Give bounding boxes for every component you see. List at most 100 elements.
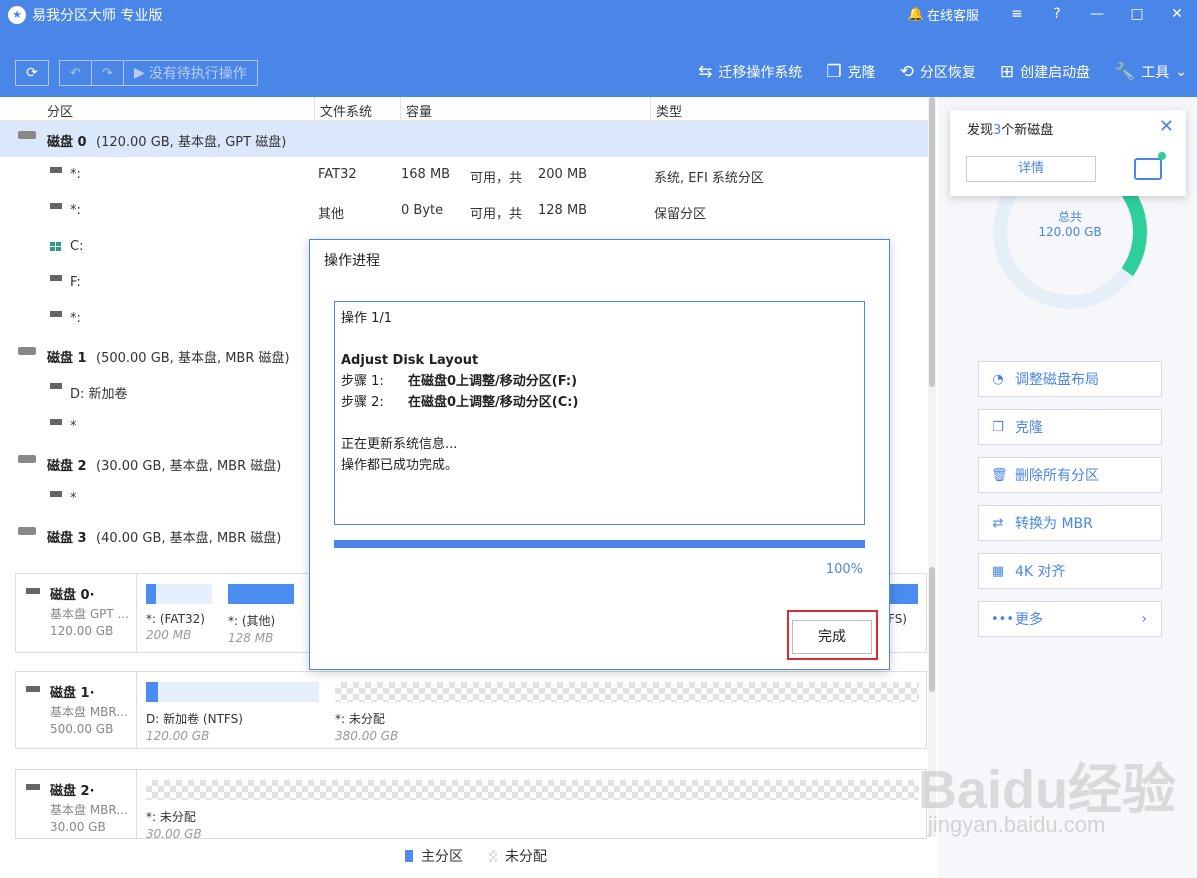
action-convert[interactable]: ⇄ 转换为 MBR bbox=[978, 505, 1162, 541]
toolbar-action-2[interactable]: ⟲ 分区恢复 bbox=[900, 62, 976, 82]
segment-label: *: 未分配 bbox=[335, 712, 385, 726]
partition-icon bbox=[50, 203, 62, 209]
toolbar-action-label: 迁移操作系统 bbox=[718, 65, 803, 81]
notice-close-icon[interactable]: ✕ bbox=[1159, 116, 1174, 137]
undo-icon: ↶ bbox=[70, 65, 81, 81]
log-step: 步骤 2: 在磁盘0上调整/移动分区(C:) bbox=[341, 395, 579, 410]
partition-used: 168 MB bbox=[401, 167, 451, 182]
action-align-4k[interactable]: ▦ 4K 对齐 bbox=[978, 553, 1162, 589]
toolbar-action-3[interactable]: ⊞ 创建启动盘 bbox=[1000, 62, 1090, 82]
help-icon[interactable]: ? bbox=[1037, 6, 1077, 22]
partition-row[interactable]: *: FAT32 168 MB 可用，共 200 MB 系统, EFI 系统分区 bbox=[0, 157, 928, 193]
disk-detail: (30.00 GB, 基本盘, MBR 磁盘) bbox=[96, 459, 282, 474]
toolbar-action-label: 创建启动盘 bbox=[1020, 65, 1091, 81]
new-disk-notice: 发现3个新磁盘 ✕ 详情 bbox=[950, 110, 1186, 196]
minimize-icon[interactable]: — bbox=[1077, 6, 1117, 22]
undo-button[interactable]: ↶ bbox=[60, 61, 92, 85]
disk-map-info: 磁盘 1· 基本盘 MBR... 500.00 GB bbox=[16, 672, 137, 748]
disk-icon bbox=[18, 131, 36, 139]
partition-segment[interactable]: *: (其他) 128 MB bbox=[228, 584, 294, 645]
segment-label: FS) bbox=[888, 612, 907, 626]
refresh-icon: ⟳ bbox=[26, 65, 38, 81]
online-service-button[interactable]: 🔔 在线客服 bbox=[908, 5, 979, 24]
toolbar-action-0[interactable]: ⇆ 迁移操作系统 bbox=[698, 62, 802, 82]
disk-map-size: 500.00 GB bbox=[50, 722, 114, 736]
disk-map[interactable]: 磁盘 2· 基本盘 MBR... 30.00 GB *: 未分配 30.00 GB bbox=[15, 769, 927, 841]
progress-bar bbox=[334, 540, 865, 548]
bell-icon: 🔔 bbox=[907, 6, 924, 22]
progress-dialog: 操作进程 操作 1/1 Adjust Disk Layout 步骤 1: 在磁盘0… bbox=[309, 239, 890, 670]
action-label: 4K 对齐 bbox=[1015, 564, 1066, 580]
maximize-icon[interactable]: □ bbox=[1117, 6, 1157, 22]
col-partition[interactable]: 分区 bbox=[47, 101, 73, 120]
progress-fill bbox=[334, 540, 865, 548]
partition-bar-fill bbox=[888, 584, 918, 604]
col-filesystem[interactable]: 文件系统 bbox=[320, 101, 372, 120]
scrollbar-thumb-upper[interactable] bbox=[929, 97, 935, 387]
disk-name: 磁盘 1 bbox=[47, 351, 87, 366]
chevron-right-icon: › bbox=[1141, 611, 1147, 627]
scrollbar[interactable] bbox=[928, 97, 936, 837]
disk-map-name: 磁盘 1· bbox=[50, 686, 95, 701]
action-more[interactable]: ••• 更多 › bbox=[978, 601, 1162, 637]
action-trash[interactable]: 🗑 删除所有分区 bbox=[978, 457, 1162, 493]
notice-details-button[interactable]: 详情 bbox=[966, 156, 1096, 182]
partition-segment[interactable]: FS) bbox=[888, 584, 918, 626]
log-step: 步骤 1: 在磁盘0上调整/移动分区(F:) bbox=[341, 374, 578, 389]
menu-icon[interactable]: ≡ bbox=[997, 6, 1037, 22]
disk-icon bbox=[26, 686, 40, 692]
close-icon[interactable]: ✕ bbox=[1157, 6, 1197, 22]
disk-map-type: 基本盘 MBR... bbox=[50, 705, 128, 719]
partition-name: F: bbox=[70, 275, 81, 290]
disk-row[interactable]: 磁盘 0 (120.00 GB, 基本盘, GPT 磁盘) bbox=[0, 121, 928, 157]
history-group: ↶ ↷ ▶ 没有待执行操作 bbox=[59, 60, 258, 86]
redo-icon: ↷ bbox=[102, 65, 113, 81]
disk-detail: (120.00 GB, 基本盘, GPT 磁盘) bbox=[96, 135, 287, 150]
legend-primary: 主分区 bbox=[421, 849, 463, 865]
col-capacity[interactable]: 容量 bbox=[406, 101, 432, 120]
partition-segment[interactable]: *: 未分配 30.00 GB bbox=[146, 780, 919, 841]
disk-map-name: 磁盘 2· bbox=[50, 784, 95, 799]
apply-pending-button[interactable]: ▶ 没有待执行操作 bbox=[124, 61, 257, 85]
disk-name: 磁盘 0 bbox=[47, 135, 87, 150]
disk-map-type: 基本盘 GPT ... bbox=[50, 607, 129, 621]
action-layout[interactable]: ◔ 调整磁盘布局 bbox=[978, 361, 1162, 397]
clone-icon: ❐ bbox=[992, 419, 1004, 435]
operation-log: 操作 1/1 Adjust Disk Layout 步骤 1: 在磁盘0上调整/移… bbox=[334, 301, 865, 525]
dialog-title: 操作进程 bbox=[324, 253, 380, 269]
scrollbar-thumb-lower[interactable] bbox=[929, 567, 935, 692]
toolbar-action-1[interactable]: ❐ 克隆 bbox=[826, 62, 875, 82]
highlight-box bbox=[787, 610, 878, 660]
redo-button[interactable]: ↷ bbox=[92, 61, 124, 85]
pending-label: 没有待执行操作 bbox=[148, 66, 247, 82]
recovery-icon: ⟲ bbox=[899, 62, 914, 82]
legend: 主分区 未分配 bbox=[405, 846, 547, 866]
action-label: 转换为 MBR bbox=[1015, 516, 1093, 532]
disk-map[interactable]: 磁盘 1· 基本盘 MBR... 500.00 GB D: 新加卷 (NTFS) 120… bbox=[15, 671, 927, 749]
disk-detail: (40.00 GB, 基本盘, MBR 磁盘) bbox=[96, 531, 282, 546]
trash-icon: 🗑 bbox=[991, 467, 1008, 483]
action-clone[interactable]: ❐ 克隆 bbox=[978, 409, 1162, 445]
partition-name: *: bbox=[70, 311, 81, 326]
toolbar-action-label: 工具 bbox=[1141, 65, 1170, 81]
refresh-button[interactable]: ⟳ bbox=[15, 60, 49, 86]
toolbar-action-4[interactable]: 🔧 工具 ⌄ bbox=[1114, 62, 1187, 82]
partition-segment[interactable]: D: 新加卷 (NTFS) 120.00 GB bbox=[146, 682, 319, 743]
col-type[interactable]: 类型 bbox=[656, 101, 682, 120]
partition-segment[interactable]: *: (FAT32) 200 MB bbox=[146, 584, 212, 642]
notice-text: 发现3个新磁盘 bbox=[967, 123, 1054, 138]
layout-icon: ◔ bbox=[992, 371, 1004, 387]
disk-map-size: 30.00 GB bbox=[50, 820, 106, 834]
donut-label: 总共 bbox=[1057, 210, 1082, 224]
migrate-icon: ⇆ bbox=[698, 62, 713, 82]
partition-used: 0 Byte bbox=[401, 203, 444, 218]
partition-name: D: 新加卷 bbox=[70, 387, 128, 402]
partition-icon bbox=[50, 419, 62, 425]
partition-total: 128 MB bbox=[538, 203, 588, 218]
partition-segment[interactable]: *: 未分配 380.00 GB bbox=[335, 682, 919, 743]
partition-name: *: bbox=[70, 203, 81, 218]
partition-row[interactable]: *: 其他 0 Byte 可用，共 128 MB 保留分区 bbox=[0, 193, 928, 229]
disk-name: 磁盘 2 bbox=[47, 459, 87, 474]
disk-detail: (500.00 GB, 基本盘, MBR 磁盘) bbox=[96, 351, 290, 366]
toolbar-action-label: 分区恢复 bbox=[919, 65, 976, 81]
